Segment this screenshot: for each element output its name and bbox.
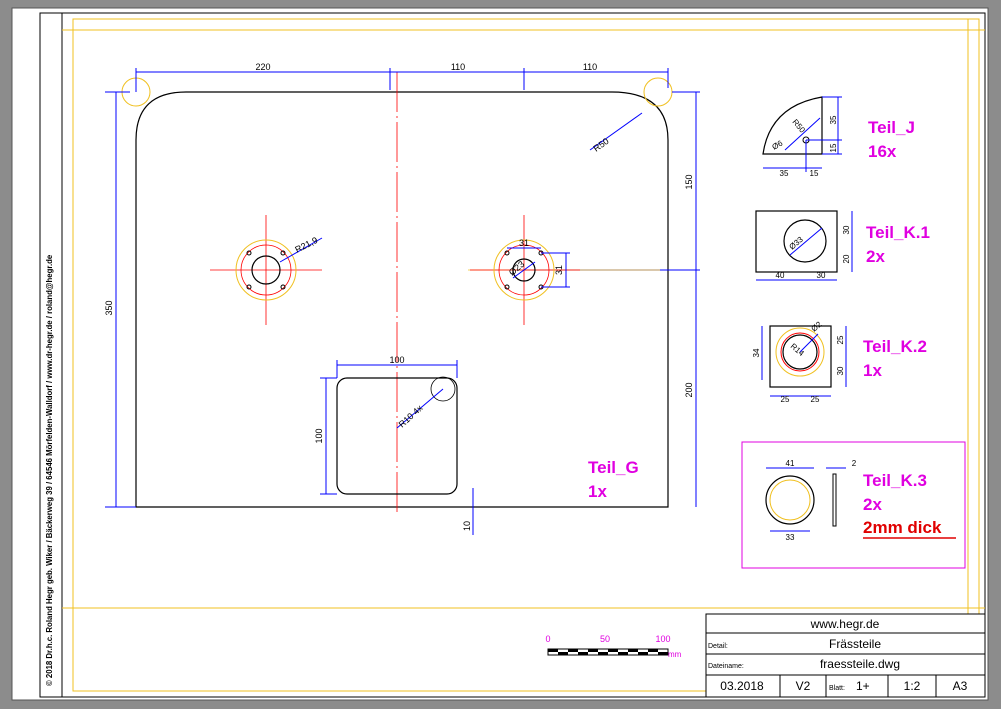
scale-seg-4 <box>578 652 588 655</box>
teil-k2-dim-4: 25 <box>811 395 820 404</box>
teil-j-name: Teil_J <box>868 118 915 137</box>
tb-date: 03.2018 <box>720 679 764 693</box>
tb-detail-value: Frässteile <box>829 637 881 651</box>
teil-k2-qty: 1x <box>863 361 882 380</box>
title-block: www.hegr.de Detail: Frässteile Dateiname… <box>705 613 986 698</box>
teil-k1-dim-1: 40 <box>776 271 785 280</box>
dim-top-b: 110 <box>451 62 465 72</box>
scale-label-0: 0 <box>545 634 550 644</box>
teil-k1-dim-3: 30 <box>842 225 851 234</box>
teil-g-name: Teil_G <box>588 458 639 477</box>
tb-scale: 1:2 <box>904 679 921 693</box>
scale-seg-12 <box>658 652 668 655</box>
scale-seg-7 <box>608 649 618 652</box>
dim-right-lower: 200 <box>684 382 694 397</box>
teil-k2-dim-5: 25 <box>836 335 845 344</box>
cutout-width: 100 <box>389 355 404 365</box>
teil-j-dim-4: 15 <box>829 143 838 152</box>
teil-k1-dim-4: 20 <box>842 254 851 263</box>
scale-seg-2 <box>558 652 568 655</box>
tb-format: A3 <box>953 679 968 693</box>
scale-seg-5 <box>588 649 598 652</box>
tb-website: www.hegr.de <box>810 617 880 631</box>
dim-top-c: 110 <box>583 62 597 72</box>
teil-k1-dim-2: 30 <box>817 271 826 280</box>
right-hole-width: 31 <box>519 238 529 248</box>
tb-sheet-label: Blatt: <box>829 685 845 692</box>
teil-k1-qty: 2x <box>866 247 885 266</box>
drawing-sheet: © 2018 Dr.h.c. Roland Hegr geb. Wiker / … <box>11 7 989 701</box>
scale-seg-8 <box>618 652 628 655</box>
teil-k3-name: Teil_K.3 <box>863 471 927 490</box>
teil-k2-dim-2: 25 <box>781 395 790 404</box>
tb-file-value: fraessteile.dwg <box>820 657 900 671</box>
teil-j-dim-2: 15 <box>810 169 819 178</box>
teil-j-qty: 16x <box>868 142 897 161</box>
scale-seg-6 <box>598 652 608 655</box>
cutout-height: 100 <box>314 428 324 443</box>
scale-label-100: 100 <box>655 634 670 644</box>
teil-k2-name: Teil_K.2 <box>863 337 927 356</box>
scale-seg-9 <box>628 649 638 652</box>
teil-k3-dim-2: 33 <box>786 533 795 542</box>
teil-k3-note: 2mm dick <box>863 518 942 537</box>
teil-k1-name: Teil_K.1 <box>866 223 930 242</box>
paper <box>11 7 989 701</box>
tb-sheet-value: 1+ <box>856 679 870 693</box>
scale-unit: mm <box>668 650 682 659</box>
right-hole-height: 31 <box>554 265 564 275</box>
tb-version: V2 <box>796 679 811 693</box>
teil-g-qty: 1x <box>588 482 607 501</box>
scale-seg-10 <box>638 652 648 655</box>
scale-seg-1 <box>548 649 558 652</box>
side-copyright-text: © 2018 Dr.h.c. Roland Hegr geb. Wiker / … <box>45 254 54 686</box>
teil-j-dim-1: 35 <box>780 169 789 178</box>
scale-seg-3 <box>568 649 578 652</box>
tb-detail-label: Detail: <box>708 643 728 650</box>
dim-bottom: 10 <box>462 521 472 531</box>
teil-k2-dim-1: 34 <box>752 348 761 357</box>
teil-j-dim-3: 35 <box>829 115 838 124</box>
dim-right-upper: 150 <box>684 174 694 189</box>
teil-k3-qty: 2x <box>863 495 882 514</box>
scale-seg-11 <box>648 649 658 652</box>
dim-left: 350 <box>104 300 114 315</box>
tb-file-label: Dateiname: <box>708 663 744 670</box>
scale-label-50: 50 <box>600 634 610 644</box>
teil-k3-dim-3: 2 <box>852 459 857 468</box>
teil-k2-dim-3: 30 <box>836 366 845 375</box>
teil-k3-dim-1: 41 <box>786 459 795 468</box>
dim-top-a: 220 <box>255 62 270 72</box>
